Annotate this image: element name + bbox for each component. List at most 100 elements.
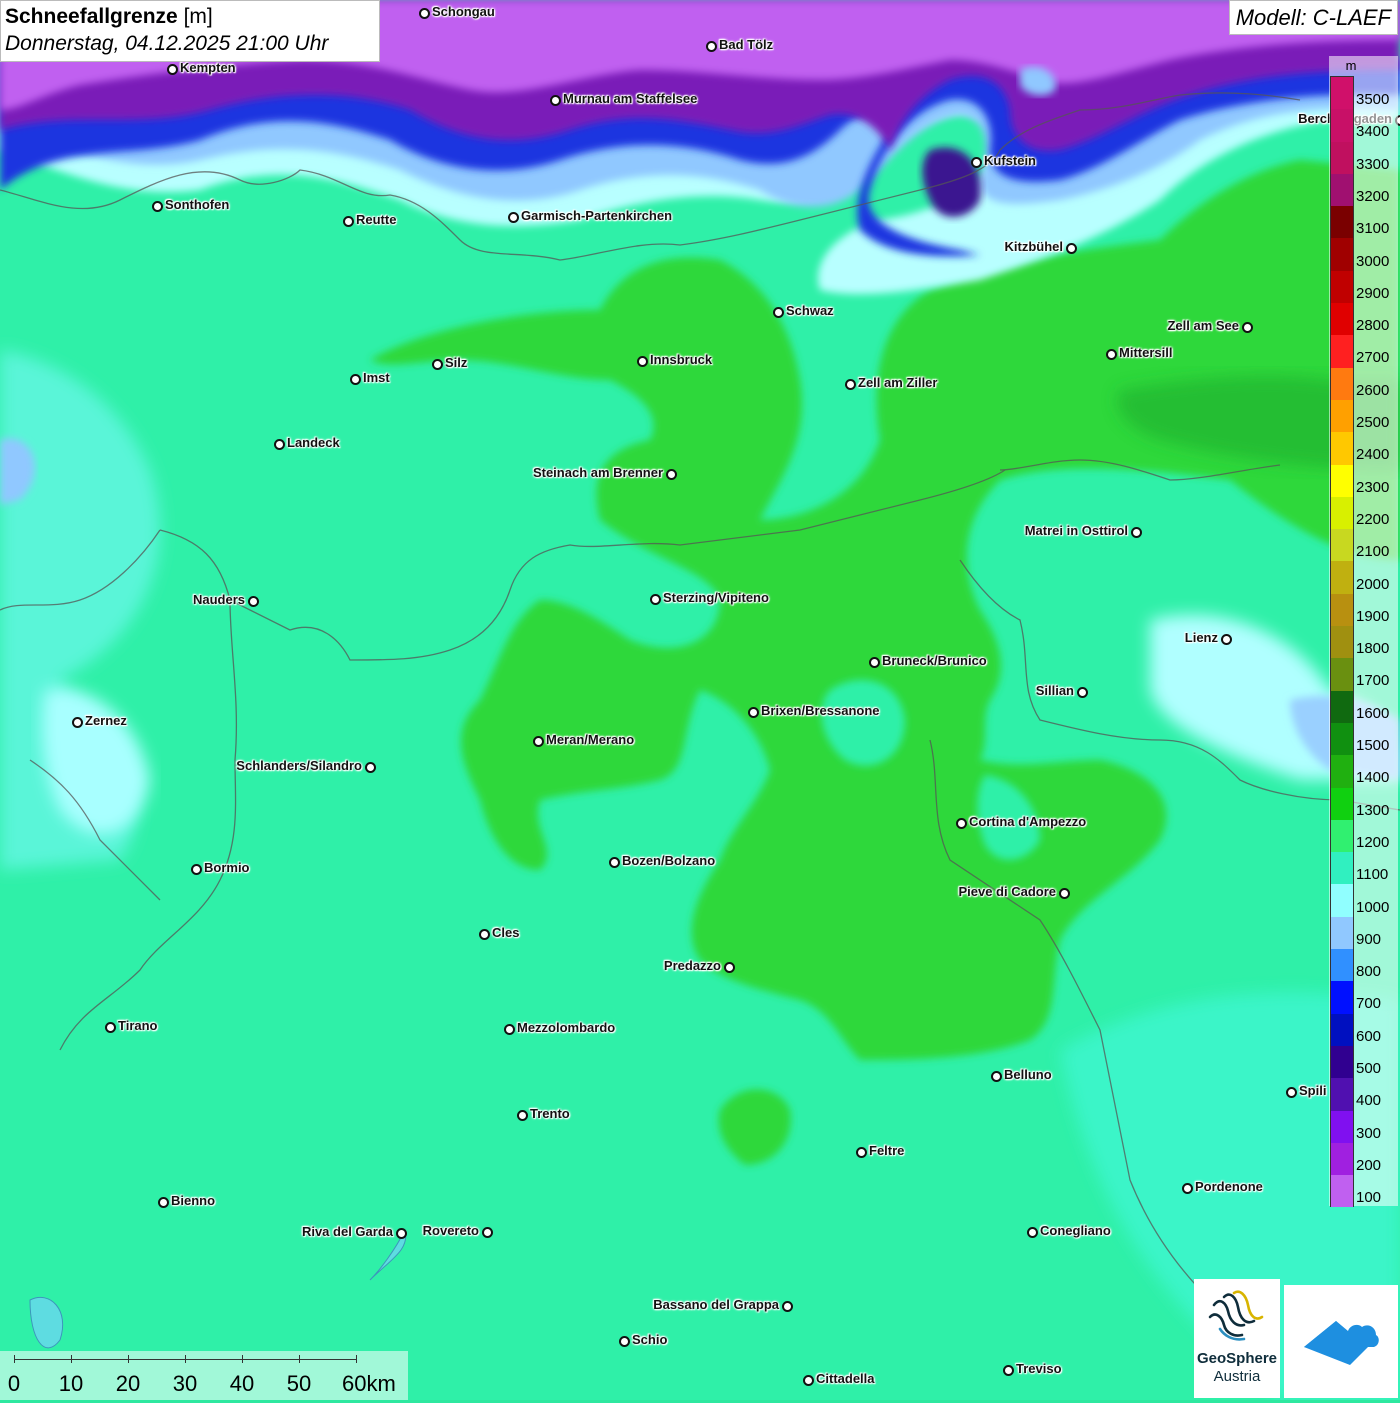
city-label-predazzo: Predazzo	[663, 958, 721, 973]
legend-swatch-3300	[1331, 141, 1353, 174]
legend-label-1700: 1700	[1356, 672, 1390, 690]
city-marker-sterzing-vipiteno	[650, 594, 661, 605]
legend-label-600: 600	[1356, 1027, 1382, 1045]
city-marker-conegliano	[1027, 1227, 1038, 1238]
legend-swatch-3000	[1331, 238, 1353, 271]
city-label-rovereto: Rovereto	[422, 1223, 479, 1238]
city-label-meran-merano: Meran/Merano	[546, 732, 635, 747]
legend-swatch-2200	[1331, 496, 1353, 530]
legend-swatch-1300	[1331, 787, 1353, 820]
legend-unit: m	[1345, 58, 1357, 73]
city-label-murnau-am-staffelsee: Murnau am Staffelsee	[563, 91, 698, 106]
city-label-cortina-d-ampezzo: Cortina d'Ampezzo	[969, 814, 1087, 829]
map-title: Schneefallgrenze [m]	[5, 3, 375, 30]
city-label-treviso: Treviso	[1016, 1361, 1062, 1376]
legend-label-1100: 1100	[1356, 866, 1389, 884]
legend-swatch-1800	[1331, 626, 1353, 659]
city-label-garmisch-partenkirchen: Garmisch-Partenkirchen	[521, 208, 673, 223]
weather-app-logo[interactable]	[1284, 1285, 1398, 1398]
city-marker-feltre	[856, 1147, 867, 1158]
city-label-bormio: Bormio	[204, 860, 250, 875]
city-marker-reutte	[343, 216, 354, 227]
legend-label-2000: 2000	[1356, 575, 1390, 593]
city-marker-meran-merano	[533, 736, 544, 747]
city-label-steinach-am-brenner: Steinach am Brenner	[532, 465, 663, 480]
scale-label-1: 10	[58, 1371, 84, 1396]
city-marker-bassano-del-grappa	[782, 1301, 793, 1312]
city-marker-bienno	[158, 1197, 169, 1208]
city-marker-matrei-in-osttirol	[1131, 527, 1142, 538]
city-label-bassano-del-grappa: Bassano del Grappa	[653, 1297, 779, 1312]
geosphere-logo-name: GeoSphere	[1196, 1350, 1278, 1367]
city-label-bienno: Bienno	[171, 1193, 216, 1208]
city-label-zell-am-see: Zell am See	[1167, 318, 1239, 333]
legend-swatch-2600	[1331, 367, 1353, 400]
legend-swatch-1600	[1331, 690, 1353, 723]
city-label-bad-t-lz: Bad Tölz	[719, 37, 774, 52]
legend-swatch-3100	[1331, 206, 1353, 239]
legend-label-2100: 2100	[1356, 543, 1390, 561]
legend-label-400: 400	[1356, 1092, 1382, 1110]
city-label-schlanders-silandro: Schlanders/Silandro	[236, 758, 362, 773]
legend-label-1600: 1600	[1356, 704, 1390, 722]
city-label-feltre: Feltre	[869, 1143, 905, 1158]
city-marker-imst	[350, 374, 361, 385]
city-marker-schio	[619, 1336, 630, 1347]
city-marker-bad-t-lz	[706, 41, 717, 52]
city-label-belluno: Belluno	[1004, 1067, 1052, 1082]
city-marker-schlanders-silandro	[365, 762, 376, 773]
city-marker-nauders	[248, 596, 259, 607]
city-marker-trento	[517, 1110, 528, 1121]
city-marker-landeck	[274, 439, 285, 450]
city-label-trento: Trento	[530, 1106, 570, 1121]
city-marker-zernez	[72, 717, 83, 728]
legend-label-200: 200	[1356, 1156, 1382, 1174]
city-label-reutte: Reutte	[356, 212, 397, 227]
legend-swatch-800	[1331, 949, 1353, 982]
scale-label-0: 0	[7, 1371, 21, 1396]
city-marker-lienz	[1221, 634, 1232, 645]
city-label-zernez: Zernez	[85, 713, 127, 728]
city-label-kitzb-hel: Kitzbühel	[1004, 239, 1064, 254]
model-label: Modell: C-LAEF	[1228, 0, 1398, 35]
legend-label-100: 100	[1356, 1189, 1382, 1207]
city-label-sillian: Sillian	[1035, 683, 1074, 698]
city-label-schongau: Schongau	[432, 4, 495, 19]
legend-label-1200: 1200	[1356, 833, 1390, 851]
map-datetime: Donnerstag, 04.12.2025 21:00 Uhr	[5, 32, 329, 55]
city-marker-spilimbergo	[1286, 1087, 1297, 1098]
legend-swatch-1200	[1331, 819, 1353, 853]
scale-tick-4	[242, 1355, 243, 1363]
map-title-box: Schneefallgrenze [m] Donnerstag, 04.12.2…	[0, 0, 380, 62]
legend-label-900: 900	[1356, 930, 1382, 948]
city-label-riva-del-garda: Riva del Garda	[301, 1224, 393, 1239]
legend-swatch-100	[1331, 1175, 1353, 1208]
legend-swatch-200	[1331, 1142, 1353, 1176]
city-marker-brixen-bressanone	[748, 707, 759, 718]
legend-swatch-900	[1331, 916, 1353, 950]
city-label-matrei-in-osttirol: Matrei in Osttirol	[1024, 523, 1128, 538]
city-label-kufstein: Kufstein	[984, 153, 1036, 168]
city-marker-cittadella	[803, 1375, 814, 1386]
weather-app-icon	[1304, 1321, 1379, 1365]
scale-tick-3	[185, 1355, 186, 1363]
legend-label-1800: 1800	[1356, 640, 1390, 658]
city-marker-innsbruck	[637, 356, 648, 367]
legend-label-3000: 3000	[1356, 252, 1390, 270]
city-marker-cles	[479, 929, 490, 940]
legend-swatch-3400	[1331, 109, 1353, 142]
geosphere-logo[interactable]: GeoSphere Austria	[1194, 1279, 1280, 1398]
city-label-pordenone: Pordenone	[1195, 1179, 1263, 1194]
map-title-unit: [m]	[183, 5, 213, 28]
legend-label-300: 300	[1356, 1124, 1382, 1142]
city-marker-bormio	[191, 864, 202, 875]
legend-swatch-1900	[1331, 593, 1353, 627]
legend-label-2500: 2500	[1356, 414, 1390, 431]
legend-label-2900: 2900	[1356, 284, 1390, 302]
scale-tick-5	[299, 1355, 300, 1363]
city-marker-schwaz	[773, 307, 784, 318]
city-label-bruneck-brunico: Bruneck/Brunico	[882, 653, 987, 668]
legend-label-3100: 3100	[1356, 220, 1390, 238]
legend-swatch-2800	[1331, 303, 1353, 336]
city-label-cittadella: Cittadella	[816, 1371, 875, 1386]
